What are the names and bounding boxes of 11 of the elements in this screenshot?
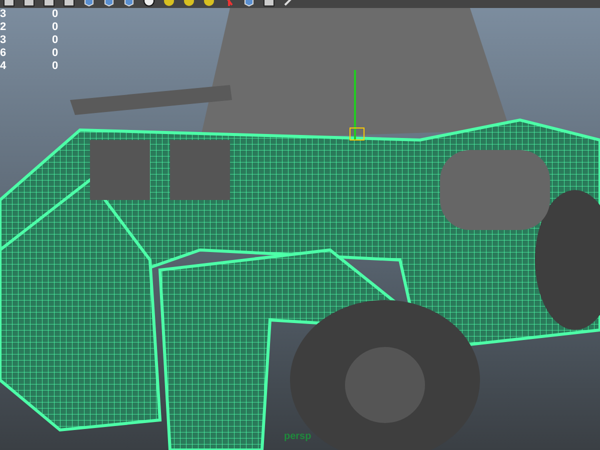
stat-value: 0 xyxy=(52,47,58,60)
stat-value: 0 xyxy=(52,34,58,47)
stat-label: 2 xyxy=(0,21,8,34)
camera-label: persp xyxy=(284,431,312,443)
stat-value: 0 xyxy=(52,60,58,73)
stat-value: 0 xyxy=(52,21,58,34)
stat-value: 0 xyxy=(52,8,58,21)
stat-label: 3 xyxy=(0,8,8,21)
stat-label: 3 xyxy=(0,34,8,47)
stat-label: 6 xyxy=(0,47,8,60)
stat-label: 4 xyxy=(0,60,8,73)
